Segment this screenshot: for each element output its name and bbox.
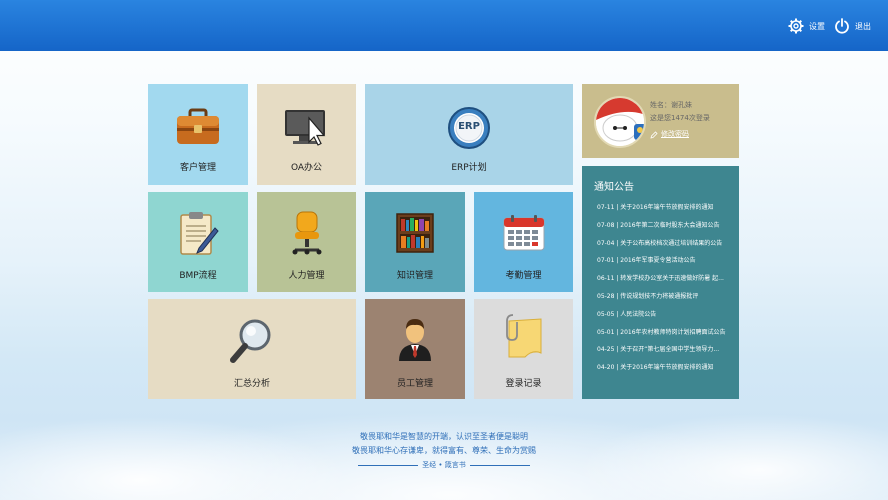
tile-label: 员工管理 [396, 379, 433, 389]
tile-label: 知识管理 [396, 271, 433, 281]
bookshelf-icon [396, 213, 434, 253]
notice-panel: 通知公告 07-11 | 关于2016年端午节放假安排的通知 07-08 | 2… [582, 166, 739, 399]
pencil-icon [650, 130, 658, 139]
calendar-icon [503, 215, 544, 251]
quote-divider-right [469, 464, 530, 466]
tile-hr-management[interactable]: 人力管理 [257, 192, 356, 292]
notice-item[interactable]: 07-08 | 2016年第二次临时股东大会通知公告 [597, 221, 735, 239]
notice-item[interactable]: 04-20 | 关于2016年端午节放假安排的通知 [597, 363, 735, 381]
notice-item[interactable]: 06-11 | 转发学校办公室关于迅速做好防暑 起... [597, 274, 735, 292]
change-password-link[interactable]: 修改密码 [650, 128, 710, 141]
office-chair-icon [292, 211, 321, 255]
quote-line-1: 敬畏耶和华是智慧的开端，认识至圣者便是聪明 [360, 432, 528, 441]
clipboard-pen-icon [180, 212, 219, 255]
tile-label: 考勤管理 [505, 271, 542, 281]
user-card: 姓名：谢孔妹 这是您1474次登录 修改密码 [582, 84, 739, 158]
erp-logo-text: ERP [458, 121, 480, 132]
notice-item[interactable]: 07-01 | 2016年军事夏令营活动公告 [597, 256, 735, 274]
settings-label: 设置 [809, 21, 825, 31]
logout-button[interactable]: 退出 [834, 16, 871, 36]
monitor-cursor-icon [284, 110, 325, 146]
avatar-robot-icon [596, 98, 644, 146]
tile-label: 汇总分析 [233, 379, 270, 389]
tile-summary-analysis[interactable]: 汇总分析 [148, 299, 356, 399]
tile-label: ERP计划 [451, 163, 487, 173]
avatar[interactable] [594, 96, 646, 148]
notice-item[interactable]: 05-28 | 传说规划技不力将被通报批评 [597, 292, 735, 310]
notice-item[interactable]: 04-25 | 关于召开“第七届全国中学生领导力... [597, 345, 735, 363]
tile-label: 登录记录 [505, 379, 542, 389]
user-name: 姓名：谢孔妹 [650, 101, 692, 109]
gear-icon [788, 18, 804, 34]
businessman-icon [399, 319, 431, 361]
notice-item[interactable]: 07-11 | 关于2016年端午节放假安排的通知 [597, 203, 735, 221]
tile-knowledge-management[interactable]: 知识管理 [365, 192, 465, 292]
tile-erp-plan[interactable]: ERP ERP计划 [365, 84, 573, 185]
notice-list: 07-11 | 关于2016年端午节放假安排的通知 07-08 | 2016年第… [597, 203, 735, 381]
power-icon [835, 18, 849, 34]
notice-item[interactable]: 05-01 | 2016年农村教师特岗计划招聘面试公告 [597, 328, 735, 346]
quote-source-row: 圣经 • 箴言书 [300, 458, 588, 472]
user-info: 姓名：谢孔妹 这是您1474次登录 修改密码 [650, 99, 710, 141]
tile-label: 客户管理 [179, 163, 216, 173]
tile-attendance-management[interactable]: 考勤管理 [474, 192, 573, 292]
notice-item[interactable]: 05-05 | 人民法院公告 [597, 310, 735, 328]
sticky-note-icon [505, 314, 541, 358]
login-count: 这是您1474次登录 [650, 114, 710, 122]
tile-bmp-process[interactable]: BMP流程 [148, 192, 248, 292]
tile-oa-office[interactable]: OA办公 [257, 84, 356, 185]
notice-title: 通知公告 [594, 182, 634, 193]
header-bar-left [0, 0, 436, 51]
footer-quote: 敬畏耶和华是智慧的开端，认识至圣者便是聪明 敬畏耶和华心存谦卑，就得富有、尊荣、… [300, 430, 588, 472]
tile-label: OA办公 [290, 163, 323, 173]
briefcase-icon [177, 108, 219, 144]
tile-label: 人力管理 [288, 271, 325, 281]
quote-line-2: 敬畏耶和华心存谦卑，就得富有、尊荣、生命为赏赐 [352, 446, 536, 455]
quote-divider-left [358, 464, 419, 466]
quote-source: 圣经 • 箴言书 [422, 461, 466, 469]
tile-staff-management[interactable]: 员工管理 [365, 299, 465, 399]
notice-item[interactable]: 07-04 | 关于公布高校档次通过培训结果的公告 [597, 239, 735, 257]
tile-customer-management[interactable]: 客户管理 [148, 84, 248, 185]
tile-login-record[interactable]: 登录记录 [474, 299, 573, 399]
tile-label: BMP流程 [179, 271, 217, 281]
settings-button[interactable]: 设置 [788, 16, 825, 36]
change-password-label: 修改密码 [661, 130, 689, 138]
magnifier-icon [230, 319, 271, 363]
logout-label: 退出 [855, 21, 871, 31]
